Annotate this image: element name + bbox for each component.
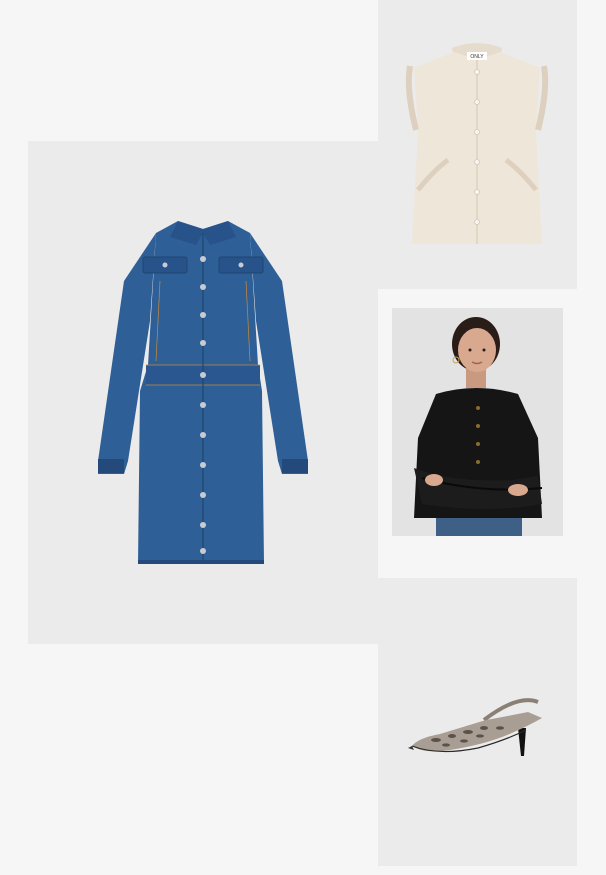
product-tile-denim-dress[interactable]	[28, 141, 378, 644]
vest-brand-tag: ONLY	[470, 54, 484, 60]
model-cardigan-image	[392, 308, 563, 536]
black-cardigan-alt	[378, 289, 379, 290]
slingback-shoe-image	[408, 698, 542, 756]
denim-dress-image	[98, 221, 308, 564]
product-tile-snakeskin-slingback[interactable]	[378, 578, 577, 866]
ruffle-vest-image: ONLY	[405, 43, 549, 244]
product-tile-ruffle-vest[interactable]: ONLY	[378, 0, 577, 289]
product-tile-black-cardigan[interactable]	[378, 289, 577, 578]
model-photo	[392, 308, 563, 536]
outfit-collage: ONLY	[0, 0, 606, 875]
